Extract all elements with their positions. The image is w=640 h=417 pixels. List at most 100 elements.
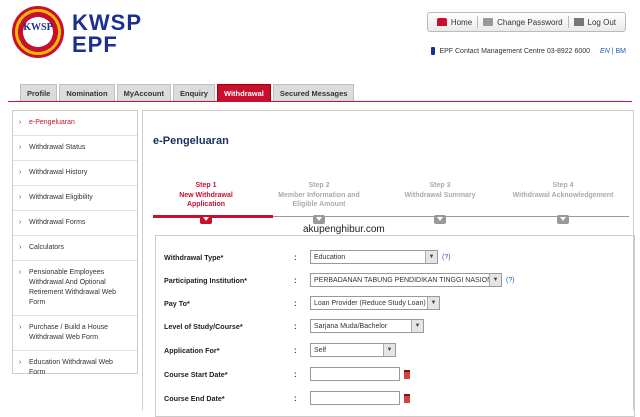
chevron-right-icon: › <box>19 359 22 366</box>
sidebar-item-withdrawal-status[interactable]: › Withdrawal Status <box>13 136 137 161</box>
application-for-select[interactable]: Self ▼ <box>310 343 396 357</box>
step-marker-icon <box>313 215 325 224</box>
logo-monogram: KWSP <box>23 22 53 33</box>
help-link[interactable]: (?) <box>506 277 515 284</box>
field-label: Level of Study/Course* <box>164 321 243 331</box>
lang-en-link[interactable]: EN <box>600 48 610 55</box>
step-title: Member Information and <box>278 191 360 199</box>
step-title: Eligible Amount <box>292 201 346 208</box>
colon: : <box>294 252 297 262</box>
tab-myaccount[interactable]: MyAccount <box>116 84 172 101</box>
change-password-link[interactable]: Change Password <box>478 18 567 27</box>
sidebar-item-e-pengeluaran[interactable]: › e-Pengeluaran <box>13 111 137 136</box>
chevron-right-icon: › <box>19 324 22 331</box>
form-row-level-of-study: Level of Study/Course* : Sarjana Muda/Ba… <box>164 316 624 336</box>
logout-link[interactable]: Log Out <box>569 18 621 27</box>
step-1: Step 1 New Withdrawal Application <box>146 181 266 210</box>
form-row-course-start: Course Start Date* : <box>164 364 624 384</box>
select-value: Loan Provider (Reduce Study Loan) <box>314 299 426 307</box>
step-number: Step 2 <box>308 182 330 189</box>
step-title: Application <box>186 201 226 208</box>
step-marker-icon <box>434 215 446 224</box>
step-number: Step 3 <box>429 182 451 189</box>
contact-text: EPF Contact Management Centre 03-8922 60… <box>439 47 591 55</box>
sidebar-item-label: Withdrawal History <box>29 169 88 176</box>
sidebar-item-label: Withdrawal Eligibility <box>29 194 93 201</box>
lang-separator: | <box>611 47 614 55</box>
watermark-text: akupenghibur.com <box>303 224 385 235</box>
chevron-right-icon: › <box>19 169 22 176</box>
form-row-application-for: Application For* : Self ▼ <box>164 340 624 360</box>
colon: : <box>294 275 297 285</box>
step-3: Step 3 Withdrawal Summary <box>380 181 500 200</box>
brand-logo-text: KWSP EPF <box>72 12 142 56</box>
tab-nomination[interactable]: Nomination <box>59 84 115 101</box>
field-label: Application For* <box>164 345 220 355</box>
step-title: Withdrawal Summary <box>404 191 476 199</box>
sidebar-item-calculators[interactable]: › Calculators <box>13 236 137 261</box>
chevron-down-icon: ▼ <box>411 320 423 332</box>
field-label: Course Start Date* <box>164 369 228 379</box>
calendar-icon[interactable] <box>404 393 410 403</box>
sidebar-item-label: e-Pengeluaran <box>29 119 75 126</box>
lang-bm-link[interactable]: BM <box>616 48 627 55</box>
field-label: Pay To* <box>164 298 190 308</box>
tab-withdrawal[interactable]: Withdrawal <box>216 84 271 101</box>
course-start-date-input[interactable] <box>310 367 400 381</box>
calendar-icon[interactable] <box>404 369 410 379</box>
step-2: Step 2 Member Information and Eligible A… <box>259 181 379 210</box>
help-link[interactable]: (?) <box>442 254 451 261</box>
sidebar: › e-Pengeluaran › Withdrawal Status › Wi… <box>12 110 138 376</box>
withdrawal-type-select[interactable]: Education ▼ <box>310 250 438 264</box>
select-value: Education <box>314 253 346 261</box>
top-nav: Home Change Password Log Out <box>426 12 626 32</box>
tab-profile[interactable]: Profile <box>20 84 58 101</box>
kwsp-logo-emblem: KWSP <box>12 6 64 58</box>
sidebar-item-withdrawal-eligibility[interactable]: › Withdrawal Eligibility <box>13 186 137 211</box>
sidebar-item-withdrawal-forms[interactable]: › Withdrawal Forms <box>13 211 137 236</box>
sidebar-item-label: Pensionable Employees Withdrawal And Opt… <box>29 269 117 306</box>
chevron-down-icon: ▼ <box>425 251 437 263</box>
sidebar-item-label: Withdrawal Forms <box>29 219 86 226</box>
tab-underline <box>8 101 632 102</box>
chevron-down-icon: ▼ <box>383 344 395 356</box>
sidebar-item-label: Purchase / Build a House Withdrawal Web … <box>29 324 108 341</box>
chevron-right-icon: › <box>19 269 22 276</box>
course-end-date-input[interactable] <box>310 391 400 405</box>
logout-label: Log Out <box>587 17 616 27</box>
sidebar-item-pensionable-form[interactable]: › Pensionable Employees Withdrawal And O… <box>13 261 137 316</box>
select-value: PERBADANAN TABUNG PENDIDIKAN TINGGI NASI… <box>314 276 501 284</box>
home-link[interactable]: Home <box>432 18 477 27</box>
page-title: e-Pengeluaran <box>153 135 229 147</box>
step-number: Step 4 <box>552 182 574 189</box>
home-icon <box>436 18 447 26</box>
step-title: New Withdrawal <box>179 191 233 199</box>
withdrawal-form: Withdrawal Type* : Education ▼ (?) Parti… <box>155 235 635 417</box>
colon: : <box>294 393 297 403</box>
chevron-down-icon: ▼ <box>427 297 439 309</box>
tab-enquiry[interactable]: Enquiry <box>173 84 215 101</box>
pay-to-select[interactable]: Loan Provider (Reduce Study Loan) ▼ <box>310 296 440 310</box>
tab-secured-messages[interactable]: Secured Messages <box>272 84 355 101</box>
brand-line2: EPF <box>72 32 118 57</box>
level-of-study-select[interactable]: Sarjana Muda/Bachelor ▼ <box>310 319 424 333</box>
sidebar-item-label: Withdrawal Status <box>29 144 86 151</box>
colon: : <box>294 321 297 331</box>
change-password-label: Change Password <box>497 17 563 27</box>
home-label: Home <box>450 17 473 27</box>
header: KWSP KWSP EPF Home Change Password Log O… <box>0 0 640 80</box>
institution-select[interactable]: PERBADANAN TABUNG PENDIDIKAN TINGGI NASI… <box>310 273 502 287</box>
form-row-withdrawal-type: Withdrawal Type* : Education ▼ (?) <box>164 247 624 267</box>
form-row-course-end: Course End Date* : <box>164 388 624 408</box>
field-label: Withdrawal Type* <box>164 252 224 262</box>
field-label: Participating Institution* <box>164 275 248 285</box>
sidebar-item-education-form[interactable]: › Education Withdrawal Web Form <box>13 351 137 385</box>
select-value: Sarjana Muda/Bachelor <box>314 322 388 330</box>
chevron-right-icon: › <box>19 244 22 251</box>
field-label: Course End Date* <box>164 393 225 403</box>
colon: : <box>294 369 297 379</box>
sidebar-item-house-form[interactable]: › Purchase / Build a House Withdrawal We… <box>13 316 137 351</box>
chevron-right-icon: › <box>19 194 22 201</box>
step-title: Withdrawal Acknowledgement <box>512 191 614 199</box>
sidebar-item-withdrawal-history[interactable]: › Withdrawal History <box>13 161 137 186</box>
